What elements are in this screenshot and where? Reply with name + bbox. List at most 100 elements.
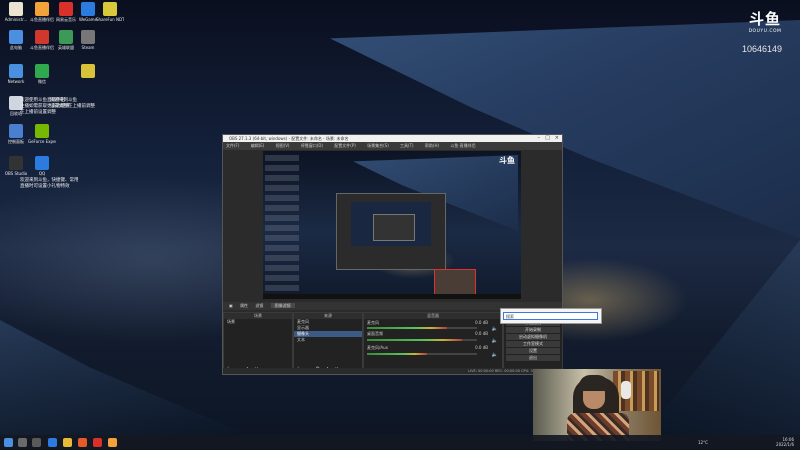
speaker-icon[interactable]: 🔈 — [492, 352, 498, 358]
microphone — [621, 381, 631, 399]
sources-panel: 来源 麦克风 显示器 摄像头 文本 + − ⚙ ∧ ∨ — [293, 312, 363, 374]
edge-icon[interactable] — [48, 438, 57, 447]
douyu-logo: 斗鱼 DOUYU.COM — [748, 10, 782, 34]
desktop-icon[interactable]: ShareFun NDTV — [96, 2, 124, 22]
app-icon — [103, 2, 117, 16]
volume-meter — [367, 353, 427, 355]
app-icon — [9, 2, 23, 16]
desktop-icon[interactable]: 微信 — [28, 64, 56, 85]
preview-douyu-logo: 斗鱼 — [499, 156, 515, 165]
menu-docks[interactable]: 停靠窗口(D) — [301, 143, 323, 148]
app-icon — [81, 2, 95, 16]
preview-nested-obs — [336, 193, 446, 270]
mixer-channel-level: 0.0 dB — [475, 345, 488, 350]
desktop-icon[interactable]: 此电脑 — [2, 30, 30, 51]
windows-start-icon[interactable] — [4, 438, 13, 447]
desktop-icon[interactable]: Administr... — [2, 2, 30, 22]
app-icon — [9, 156, 23, 170]
desktop-icon-label: 微信 — [38, 79, 46, 84]
desktop-icon-label: 此电脑 — [10, 45, 22, 50]
desktop-icon[interactable]: GeForce Experience — [28, 124, 56, 144]
minimize-icon[interactable]: – — [538, 135, 541, 142]
start-recording-button[interactable]: 开始录制 — [506, 327, 560, 333]
obs-title-bar[interactable]: OBS 27.1.3 (64-bit, windows) - 配置文件: 未命名… — [223, 135, 562, 142]
weather-temp[interactable]: 12°C — [698, 440, 708, 445]
menu-view[interactable]: 视图(V) — [276, 143, 290, 148]
menu-profile[interactable]: 配置文件(P) — [334, 143, 356, 148]
mixer-channel-name: 麦克风 — [367, 320, 379, 325]
window-frame-right — [640, 240, 800, 440]
desktop-icon-label: Network — [7, 79, 25, 84]
obs-status-bar: LIVE: 00:00:00 REC: 00:00:00 CPU: 3.2%, … — [223, 368, 562, 374]
bookshelf — [613, 371, 659, 411]
window-frame-left — [0, 320, 260, 440]
virtual-camera-button[interactable]: 启动虚拟摄像机 — [506, 334, 560, 340]
desktop-icon-label: GeForce Experience — [28, 139, 56, 144]
menu-help[interactable]: 帮助(H) — [425, 143, 439, 148]
desktop-icon[interactable]: OBS Studio — [2, 156, 30, 176]
menu-file[interactable]: 文件(F) — [226, 143, 239, 148]
mixer-header: 混音器 — [364, 313, 502, 319]
desktop-icon[interactable]: Steam — [74, 30, 102, 50]
menu-edit[interactable]: 编辑(E) — [251, 143, 265, 148]
app-icon — [35, 2, 49, 16]
desktop-icon[interactable]: 控制面板 — [2, 124, 30, 145]
chrome-icon[interactable] — [78, 438, 87, 447]
desktop-note-3: 欢迎来到斗鱼 设置调整在上播前调整 — [50, 98, 95, 109]
desktop-note-2: 欢迎来到斗鱼，快捷键、常用 直播时可设置小礼物特效 — [20, 178, 79, 189]
file-explorer-icon[interactable] — [63, 438, 72, 447]
filters-button[interactable]: 滤镜 — [255, 303, 263, 308]
task-view-icon[interactable] — [32, 438, 41, 447]
app-icon — [35, 124, 49, 138]
obs-menu-bar: 文件(F) 编辑(E) 视图(V) 停靠窗口(D) 配置文件(P) 场景集合(S… — [223, 142, 562, 150]
speaker-icon[interactable]: 🔈 — [492, 326, 498, 332]
search-icon[interactable] — [18, 438, 27, 447]
app-icon — [35, 64, 49, 78]
desktop-icon[interactable]: QQ — [28, 156, 56, 176]
exit-button[interactable]: 退出 — [506, 355, 560, 361]
search-popup[interactable]: 搜索 — [500, 308, 602, 324]
mixer-channel-name: 麦克风/Aux — [367, 345, 388, 350]
studio-mode-button[interactable]: 工作室模式 — [506, 341, 560, 347]
close-icon[interactable]: × — [555, 135, 559, 142]
app-icon — [81, 64, 95, 78]
obs-preview[interactable]: 斗鱼 — [263, 151, 521, 299]
douyu-taskbar-icon[interactable] — [108, 438, 117, 447]
app-icon — [9, 30, 23, 44]
menu-scene-collection[interactable]: 场景集合(S) — [367, 143, 389, 148]
menu-tools[interactable]: 工具(T) — [400, 143, 414, 148]
settings-button[interactable]: 设置 — [506, 348, 560, 354]
menu-douyu[interactable]: 斗鱼·直播伴侣 — [450, 143, 475, 148]
desktop-icon-label: Steam — [81, 45, 95, 50]
speaker-icon[interactable]: 🔈 — [492, 338, 498, 344]
desktop-icon[interactable] — [74, 64, 102, 79]
scene-item[interactable]: 场景 — [224, 319, 292, 325]
app-icon — [59, 2, 73, 16]
search-input[interactable]: 搜索 — [503, 312, 598, 320]
desktop-icon[interactable]: Network — [2, 64, 30, 84]
properties-button[interactable]: 属性 — [240, 303, 248, 308]
obs-title: OBS 27.1.3 (64-bit, windows) - 配置文件: 未命名… — [229, 136, 349, 141]
clock-date: 2022/1/6 — [776, 442, 794, 447]
app-icon — [59, 30, 73, 44]
obs-window[interactable]: OBS 27.1.3 (64-bit, windows) - 配置文件: 未命名… — [222, 134, 563, 375]
image-filters-button[interactable]: 图像滤镜 — [270, 303, 295, 308]
maximize-icon[interactable]: □ — [545, 135, 550, 142]
scenes-panel: 场景 场景 + − ∧ ∨ — [223, 312, 293, 374]
source-item[interactable]: 文本 — [294, 337, 362, 343]
app-icon — [9, 64, 23, 78]
desktop-icon-label: QQ — [38, 171, 46, 176]
volume-meter — [367, 327, 447, 329]
source-icon: ▣ — [229, 303, 233, 308]
clock[interactable]: 16:06 2022/1/6 — [776, 437, 794, 447]
app-icon — [81, 30, 95, 44]
preview-taskbar — [263, 294, 521, 299]
mixer-channel-level: 0.0 dB — [475, 320, 488, 325]
netease-music-icon[interactable] — [93, 438, 102, 447]
webcam-overlay — [533, 369, 661, 441]
preview-desktop-icons — [265, 155, 299, 295]
audio-mixer-panel: 混音器 麦克风 0.0 dB 桌面音频 0.0 dB 麦克风/Aux 0.0 d… — [363, 312, 503, 374]
desktop-icon-label: Administr... — [4, 17, 28, 22]
preview-webcam-source[interactable] — [434, 269, 476, 295]
mixer-channel-name: 桌面音频 — [367, 331, 383, 336]
